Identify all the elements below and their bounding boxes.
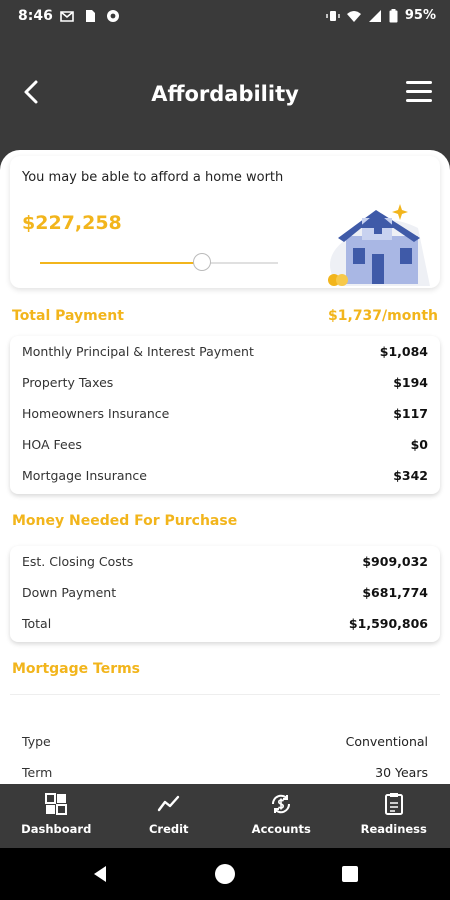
price-slider-fill — [40, 262, 202, 264]
money-row-label: Down Payment — [22, 585, 117, 600]
chart-line-icon — [157, 795, 179, 812]
system-back-icon[interactable] — [90, 864, 110, 884]
mortgage-terms-list: Type Conventional Term 30 Years — [10, 726, 440, 784]
battery-icon — [389, 8, 398, 22]
status-bar: 8:46 95% — [0, 0, 450, 34]
clipboard-icon — [384, 793, 403, 815]
nav-label: Dashboard — [21, 822, 92, 836]
nav-credit[interactable]: Credit — [113, 784, 226, 848]
gmail-icon — [60, 11, 74, 22]
divider — [10, 694, 440, 695]
terms-row: Type Conventional — [10, 726, 440, 757]
total-payment-amount: $1,737/month — [328, 308, 438, 324]
money-needed-card: Est. Closing Costs $909,032 Down Payment… — [10, 546, 440, 642]
payment-row-label: Homeowners Insurance — [22, 406, 170, 421]
money-row-value: $1,590,806 — [348, 616, 428, 631]
affordability-card: You may be able to afford a home worth $… — [10, 156, 440, 288]
page-title: Affordability — [151, 82, 299, 106]
terms-row: Term 30 Years — [10, 757, 440, 784]
app-bar: Affordability — [0, 34, 450, 150]
payment-row-value: $117 — [393, 406, 428, 421]
payment-row: Mortgage Insurance $342 — [10, 460, 440, 491]
system-home-icon[interactable] — [215, 864, 235, 884]
payment-row-label: Property Taxes — [22, 375, 114, 390]
dashboard-grid-icon — [45, 793, 68, 815]
price-slider-track[interactable] — [40, 262, 278, 264]
money-row-label: Est. Closing Costs — [22, 554, 134, 569]
nav-label: Readiness — [360, 822, 427, 836]
hamburger-menu-icon[interactable] — [406, 81, 432, 103]
total-payment-title: Total Payment — [12, 308, 124, 324]
notification-icons — [60, 9, 120, 23]
status-time: 8:46 — [18, 8, 53, 24]
content-sheet: You may be able to afford a home worth $… — [0, 150, 450, 784]
terms-row-value: 30 Years — [375, 765, 428, 780]
money-row: Total $1,590,806 — [10, 608, 440, 639]
system-icons: 95% — [326, 8, 436, 23]
system-recents-icon[interactable] — [342, 866, 358, 882]
house-illustration-icon — [328, 204, 430, 286]
payment-row-value: $194 — [393, 375, 428, 390]
terms-row-label: Term — [22, 765, 53, 780]
money-row-value: $681,774 — [362, 585, 428, 600]
battery-percent: 95% — [404, 8, 436, 23]
mortgage-terms-title: Mortgage Terms — [12, 661, 141, 677]
price-slider-thumb[interactable] — [193, 253, 211, 271]
money-row-label: Total — [22, 616, 52, 631]
payment-row: Property Taxes $194 — [10, 367, 440, 398]
money-row-value: $909,032 — [362, 554, 428, 569]
bottom-nav: Dashboard Credit Accounts Readiness — [0, 784, 450, 848]
nav-accounts[interactable]: Accounts — [225, 784, 338, 848]
money-needed-title: Money Needed For Purchase — [12, 513, 238, 529]
sim-card-icon — [86, 10, 95, 22]
afford-label: You may be able to afford a home worth — [22, 170, 284, 185]
payment-row: Homeowners Insurance $117 — [10, 398, 440, 429]
payment-row-value: $1,084 — [379, 344, 428, 359]
nav-label: Credit — [148, 822, 189, 836]
payment-row-label: Monthly Principal & Interest Payment — [22, 344, 254, 359]
wifi-icon — [346, 10, 361, 22]
afford-price: $227,258 — [22, 212, 122, 234]
money-row: Est. Closing Costs $909,032 — [10, 546, 440, 577]
payment-row: HOA Fees $0 — [10, 429, 440, 460]
payment-row-value: $342 — [393, 468, 428, 483]
money-row: Down Payment $681,774 — [10, 577, 440, 608]
settings-icon — [107, 10, 119, 22]
payment-row: Monthly Principal & Interest Payment $1,… — [10, 336, 440, 367]
nav-dashboard[interactable]: Dashboard — [0, 784, 113, 848]
total-payment-card: Monthly Principal & Interest Payment $1,… — [10, 336, 440, 494]
dollar-sync-icon — [272, 794, 291, 814]
signal-icon — [368, 9, 381, 22]
nav-readiness[interactable]: Readiness — [338, 784, 450, 848]
vibrate-icon — [326, 10, 340, 21]
nav-label: Accounts — [251, 822, 311, 836]
system-nav-bar — [0, 848, 450, 900]
payment-row-label: Mortgage Insurance — [22, 468, 147, 483]
terms-row-value: Conventional — [345, 734, 428, 749]
terms-row-label: Type — [22, 734, 51, 749]
payment-row-label: HOA Fees — [22, 437, 82, 452]
payment-row-value: $0 — [410, 437, 428, 452]
